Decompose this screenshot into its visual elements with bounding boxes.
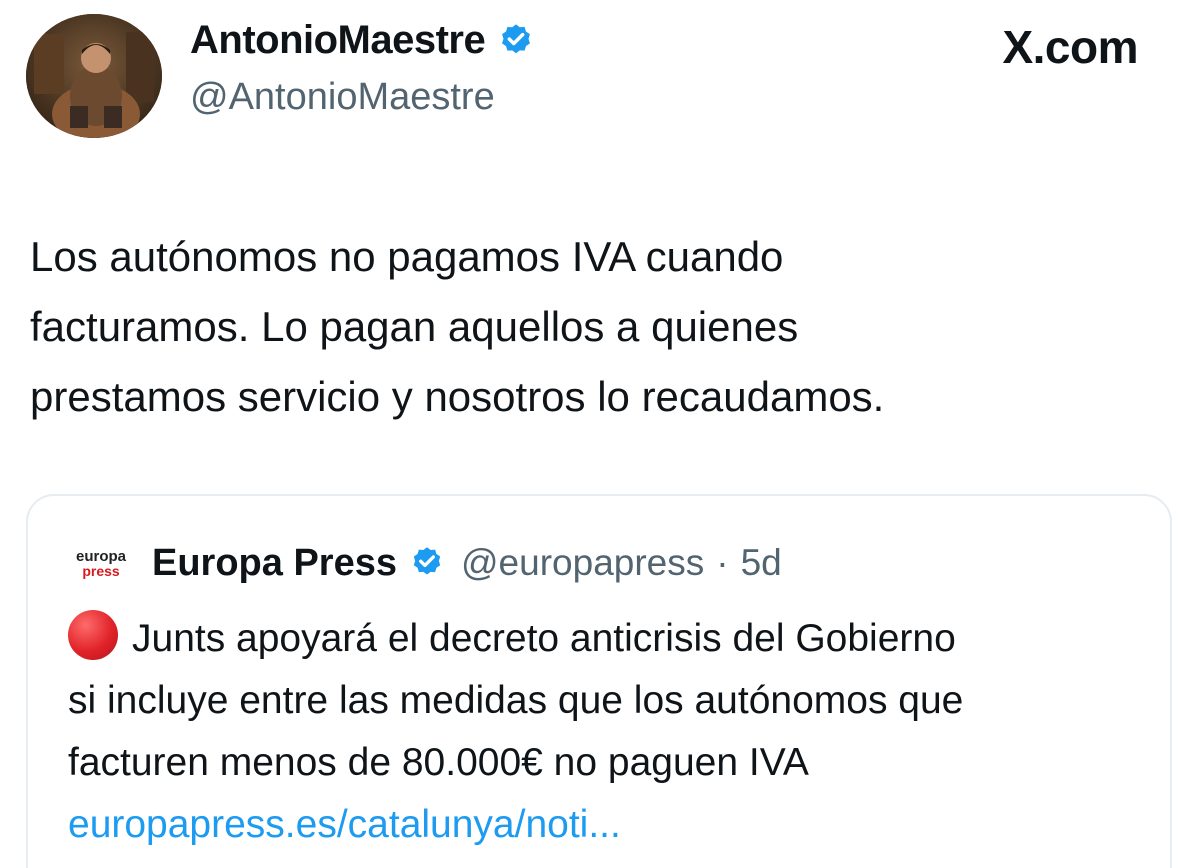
article-link[interactable]: europapress.es/catalunya/noti... bbox=[68, 794, 1148, 856]
quote-line: si incluye entre las medidas que los aut… bbox=[68, 679, 964, 722]
tweet-line: Los autónomos no pagamos IVA cuando bbox=[30, 233, 784, 280]
brand-logo: X.com bbox=[1002, 21, 1138, 73]
europa-press-logo[interactable]: europa press bbox=[68, 540, 134, 586]
logo-text-line1: europa bbox=[75, 547, 126, 565]
tweet-text: Los autónomos no pagamos IVA cuando fact… bbox=[30, 222, 1170, 432]
quoted-author-name[interactable]: Europa Press bbox=[152, 542, 397, 585]
tweet-line: facturamos. Lo pagan aquellos a quienes bbox=[30, 303, 799, 350]
quoted-tweet-timestamp[interactable]: 5d bbox=[741, 542, 782, 584]
quote-line: Junts apoyará el decreto anticrisis del … bbox=[68, 608, 1148, 670]
quoted-tweet-text: Junts apoyará el decreto anticrisis del … bbox=[68, 608, 1148, 856]
quoted-tweet-card[interactable]: europa press Europa Press @europapress ·… bbox=[26, 494, 1172, 868]
separator-dot: · bbox=[716, 542, 729, 583]
logo-text-line2: press bbox=[82, 562, 120, 579]
author-handle[interactable]: @AntonioMaestre bbox=[190, 76, 495, 119]
avatar[interactable] bbox=[26, 14, 162, 138]
avatar-image bbox=[26, 14, 162, 138]
verified-badge-icon bbox=[409, 545, 445, 581]
quote-line: facturen menos de 80.000€ no paguen IVA bbox=[68, 741, 809, 784]
author-name-row: AntonioMaestre bbox=[190, 18, 535, 63]
tweet-screenshot: AntonioMaestre @AntonioMaestre X.com Los… bbox=[0, 0, 1200, 868]
verified-badge-icon bbox=[497, 22, 535, 60]
quoted-tweet-header: europa press Europa Press @europapress ·… bbox=[68, 540, 782, 586]
quote-line-text: Junts apoyará el decreto anticrisis del … bbox=[132, 617, 956, 660]
quoted-author-handle[interactable]: @europapress bbox=[461, 542, 704, 584]
author-display-name[interactable]: AntonioMaestre bbox=[190, 18, 486, 63]
red-circle-icon bbox=[68, 610, 118, 660]
tweet-line: prestamos servicio y nosotros lo recauda… bbox=[30, 373, 885, 420]
